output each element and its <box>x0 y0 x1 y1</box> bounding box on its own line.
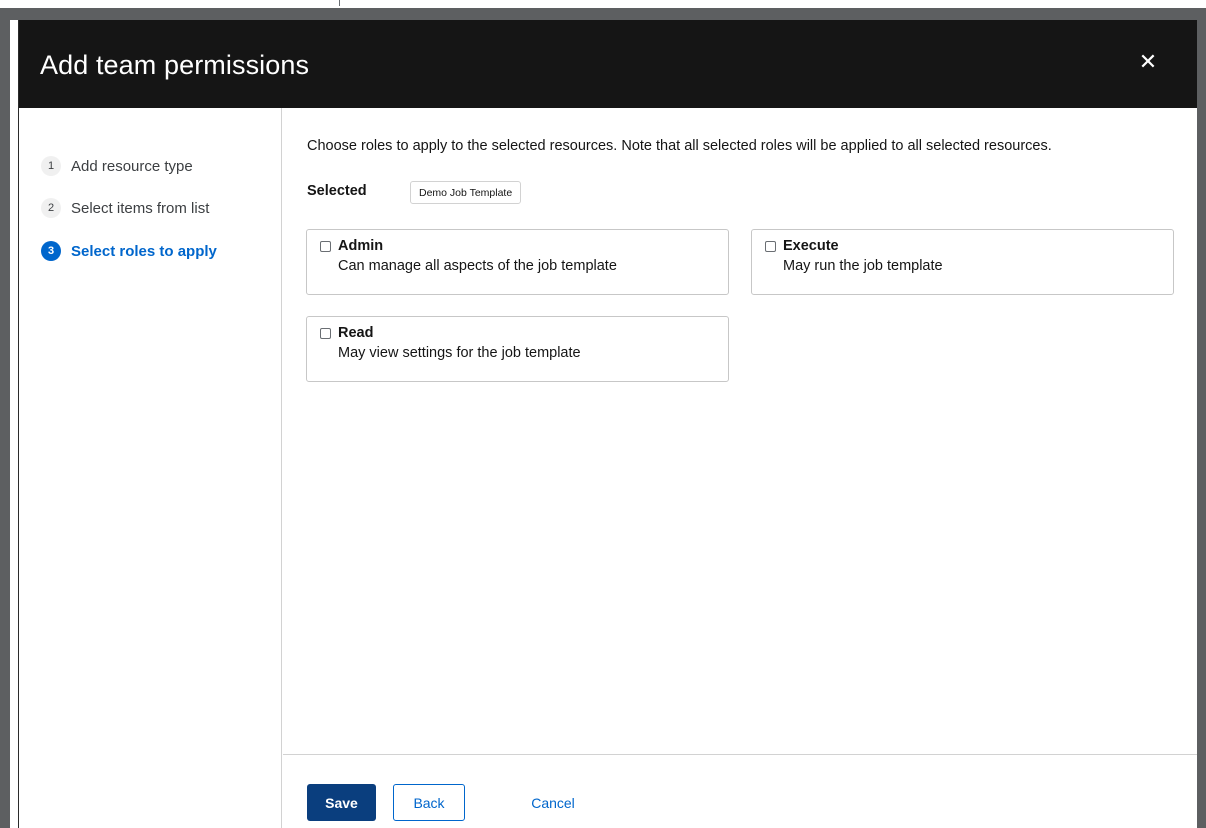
role-card-execute[interactable]: Execute May run the job template <box>751 229 1174 295</box>
wizard-nav: 1 Add resource type 2 Select items from … <box>19 108 282 828</box>
step-label: Select roles to apply <box>71 242 217 260</box>
execute-checkbox[interactable] <box>765 241 776 252</box>
wizard-step-add-resource-type[interactable]: 1 Add resource type <box>41 155 193 177</box>
modal-header: Add team permissions ✕ <box>19 20 1197 108</box>
step-number: 2 <box>41 198 61 218</box>
backdrop-overlay <box>10 8 1197 20</box>
role-card-admin[interactable]: Admin Can manage all aspects of the job … <box>306 229 729 295</box>
instructions-text: Choose roles to apply to the selected re… <box>307 138 1052 154</box>
step-label: Select items from list <box>71 199 210 217</box>
wizard-footer: Save Back Cancel <box>283 754 1197 828</box>
wizard-step-select-items[interactable]: 2 Select items from list <box>41 197 209 219</box>
role-description: May run the job template <box>783 258 943 274</box>
wizard-body: Choose roles to apply to the selected re… <box>283 108 1197 828</box>
role-name: Execute <box>783 238 839 254</box>
role-card-read[interactable]: Read May view settings for the job templ… <box>306 316 729 382</box>
role-description: Can manage all aspects of the job templa… <box>338 258 617 274</box>
role-description: May view settings for the job template <box>338 345 581 361</box>
selected-label: Selected <box>307 183 367 199</box>
step-number: 1 <box>41 156 61 176</box>
close-icon: ✕ <box>1138 49 1158 74</box>
backdrop-overlay-left <box>0 8 10 828</box>
role-name: Read <box>338 325 374 341</box>
read-checkbox[interactable] <box>320 328 331 339</box>
modal-title: Add team permissions <box>40 50 310 80</box>
step-number: 3 <box>41 241 61 261</box>
save-button[interactable]: Save <box>307 784 376 821</box>
role-name: Admin <box>338 238 384 254</box>
selected-resource-chip: Demo Job Template <box>410 181 522 204</box>
backdrop-top <box>0 0 1206 8</box>
add-team-permissions-modal: Add team permissions ✕ 1 Add resource ty… <box>18 20 1197 828</box>
close-button[interactable]: ✕ <box>1134 48 1162 76</box>
step-label: Add resource type <box>71 157 193 175</box>
back-button[interactable]: Back <box>393 784 465 821</box>
backdrop-overlay-right <box>1197 8 1206 828</box>
cancel-button[interactable]: Cancel <box>523 784 583 821</box>
admin-checkbox[interactable] <box>320 241 331 252</box>
backdrop-tick <box>339 0 340 6</box>
wizard-step-select-roles[interactable]: 3 Select roles to apply <box>41 240 217 262</box>
